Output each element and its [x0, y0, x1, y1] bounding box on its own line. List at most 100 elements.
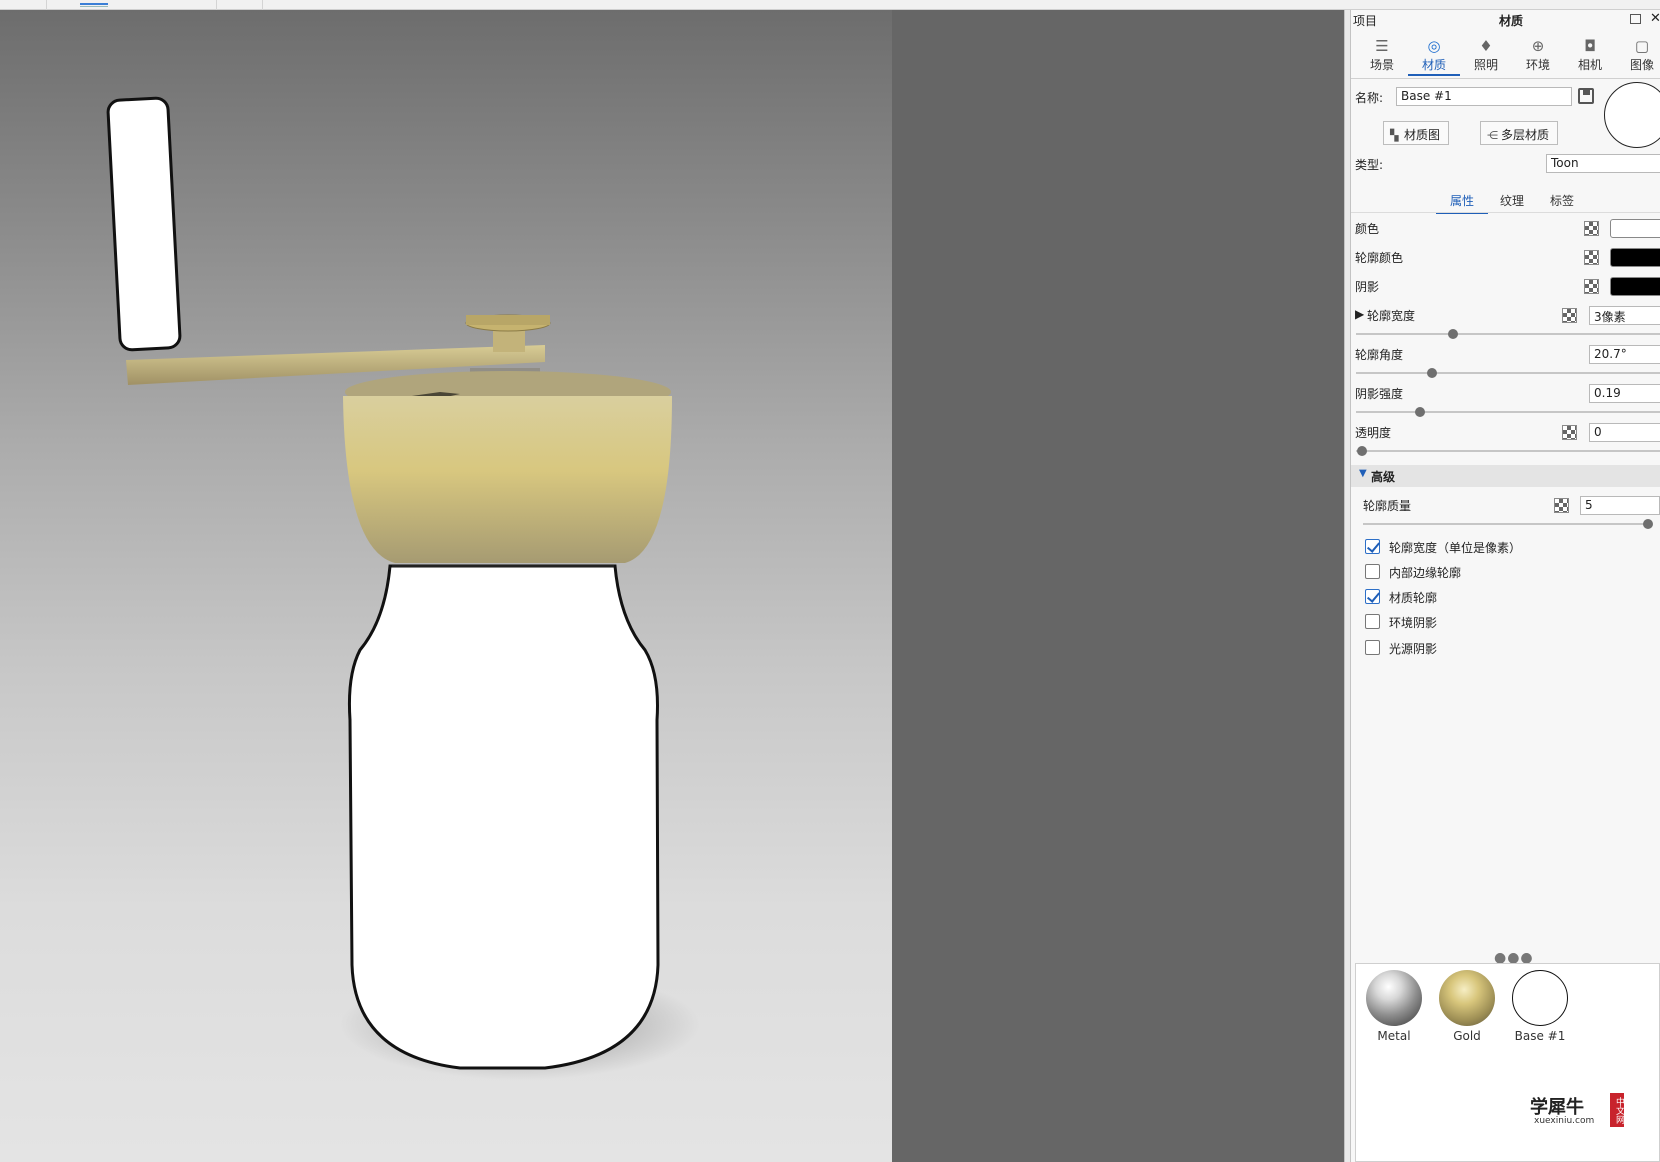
checkbox-inner-edge-outline[interactable]	[1365, 564, 1380, 579]
save-icon[interactable]	[1578, 88, 1594, 104]
outline-quality-label: 轮廓质量	[1363, 499, 1412, 513]
tab-lighting[interactable]: ♦ 照明	[1460, 34, 1512, 76]
transparency-label: 透明度	[1355, 426, 1392, 440]
transparency-input[interactable]: 0	[1589, 423, 1660, 442]
material-graph-label: 材质图	[1404, 128, 1441, 142]
shadow-texture-icon[interactable]	[1584, 279, 1599, 294]
material-graph-button[interactable]: ▚ 材质图	[1383, 121, 1449, 145]
multi-layer-material-button[interactable]: ⋲ 多层材质	[1480, 121, 1558, 145]
toolbar-separator	[46, 0, 47, 10]
transparency-texture-icon[interactable]	[1562, 425, 1577, 440]
shadow-strength-slider-handle[interactable]	[1415, 407, 1425, 417]
subtab-divider	[1351, 212, 1660, 213]
outline-angle-input[interactable]: 20.7°	[1589, 345, 1660, 364]
toolbar-tab-indicator[interactable]	[80, 3, 108, 7]
tab-image[interactable]: ▢ 图像	[1616, 34, 1660, 76]
subtab-labels[interactable]: 标签	[1541, 192, 1583, 209]
environment-icon: ⊕	[1531, 37, 1545, 55]
material-thumb-metal[interactable]	[1366, 970, 1422, 1026]
outline-quality-input[interactable]: 5	[1580, 496, 1660, 515]
camera-icon: ◘	[1584, 37, 1596, 55]
tab-scene-label: 场景	[1369, 58, 1394, 72]
material-name-input[interactable]: Base #1	[1396, 87, 1572, 106]
tab-lighting-label: 照明	[1473, 58, 1498, 72]
image-icon: ▢	[1634, 37, 1650, 55]
shadow-swatch[interactable]	[1610, 277, 1660, 296]
outline-color-texture-icon[interactable]	[1584, 250, 1599, 265]
tab-environment[interactable]: ⊕ 环境	[1512, 34, 1564, 76]
checkbox-inner-edge-outline-label: 内部边缘轮廓	[1389, 566, 1462, 580]
transparency-slider-handle[interactable]	[1357, 446, 1367, 456]
tab-camera[interactable]: ◘ 相机	[1564, 34, 1616, 76]
subtab-properties[interactable]: 属性	[1436, 192, 1488, 214]
type-label: 类型:	[1355, 158, 1384, 172]
checkbox-light-shadow[interactable]	[1365, 640, 1380, 655]
material-type-select[interactable]: Toon	[1546, 154, 1660, 173]
subtab-texture[interactable]: 纹理	[1491, 192, 1533, 209]
outline-quality-texture-icon[interactable]	[1554, 498, 1569, 513]
outline-width-slider[interactable]	[1356, 333, 1660, 335]
checkbox-light-shadow-label: 光源阴影	[1389, 642, 1438, 656]
color-label: 颜色	[1355, 222, 1380, 236]
outline-angle-slider[interactable]	[1356, 372, 1660, 374]
material-icon: ◎	[1427, 37, 1441, 55]
toolbar-separator	[262, 0, 263, 10]
shadow-strength-slider[interactable]	[1356, 411, 1660, 413]
expand-arrow-icon[interactable]: ▶	[1355, 307, 1364, 321]
checkbox-ambient-shadow[interactable]	[1365, 614, 1380, 629]
lighting-icon: ♦	[1479, 37, 1493, 55]
color-texture-icon[interactable]	[1584, 221, 1599, 236]
outline-width-label: 轮廓宽度	[1367, 309, 1416, 323]
outline-angle-slider-handle[interactable]	[1427, 368, 1437, 378]
viewport-empty-area	[892, 10, 1344, 1162]
restore-window-icon[interactable]	[1630, 14, 1641, 24]
panel-splitter[interactable]	[1344, 10, 1351, 1162]
watermark-tag: 中文网	[1610, 1093, 1624, 1127]
shadow-label: 阴影	[1355, 280, 1380, 294]
advanced-section-header[interactable]: ▼ 高级	[1351, 465, 1660, 487]
material-thumb-base-1[interactable]	[1512, 970, 1568, 1026]
render-viewport[interactable]	[0, 10, 892, 1162]
outline-quality-slider-handle[interactable]	[1643, 519, 1653, 529]
tab-material-label: 材质	[1421, 58, 1446, 72]
shadow-strength-label: 阴影强度	[1355, 387, 1404, 401]
jar-body	[347, 564, 660, 1070]
project-label[interactable]: 项目	[1353, 12, 1377, 29]
tab-image-label: 图像	[1629, 58, 1654, 72]
multi-layer-label: 多层材质	[1501, 128, 1550, 142]
outline-quality-slider[interactable]	[1363, 523, 1648, 525]
checkbox-material-outline-label: 材质轮廓	[1389, 591, 1438, 605]
outline-width-slider-handle[interactable]	[1448, 329, 1458, 339]
material-thumb-metal-label: Metal	[1377, 1029, 1411, 1043]
outline-width-texture-icon[interactable]	[1562, 308, 1577, 323]
name-label: 名称:	[1355, 91, 1384, 105]
scene-icon: ☰	[1375, 37, 1389, 55]
transparency-slider[interactable]	[1356, 450, 1660, 452]
tab-material[interactable]: ◎ 材质	[1408, 34, 1460, 76]
checkbox-ambient-shadow-label: 环境阴影	[1389, 616, 1438, 630]
outline-width-input[interactable]: 3像素	[1589, 306, 1660, 325]
color-swatch[interactable]	[1610, 219, 1660, 238]
tab-scene[interactable]: ☰ 场景	[1356, 34, 1408, 76]
outline-color-label: 轮廓颜色	[1355, 251, 1404, 265]
panel-title: 材质	[1499, 14, 1524, 28]
handle-grip	[106, 96, 182, 352]
advanced-header-label: 高级	[1371, 470, 1396, 484]
top-toolbar-strip	[0, 0, 1660, 10]
toolbar-separator	[216, 0, 217, 10]
outline-color-swatch[interactable]	[1610, 248, 1660, 267]
collapse-chevron-icon: ▼	[1359, 468, 1367, 479]
shadow-strength-input[interactable]: 0.19	[1589, 384, 1660, 403]
graph-icon: ▚	[1390, 129, 1399, 142]
material-thumb-gold-label: Gold	[1453, 1029, 1481, 1043]
checkbox-outline-width-pixels[interactable]	[1365, 539, 1380, 554]
grinder-render	[106, 96, 700, 1080]
top-knob-stem	[493, 328, 525, 352]
checkbox-material-outline[interactable]	[1365, 589, 1380, 604]
outline-angle-label: 轮廓角度	[1355, 348, 1404, 362]
material-preview-sphere	[1604, 82, 1660, 148]
material-thumb-gold[interactable]	[1439, 970, 1495, 1026]
close-icon[interactable]: ✕	[1650, 11, 1660, 26]
layers-icon: ⋲	[1487, 129, 1498, 142]
checkbox-outline-width-pixels-label: 轮廓宽度（单位是像素）	[1389, 541, 1522, 555]
